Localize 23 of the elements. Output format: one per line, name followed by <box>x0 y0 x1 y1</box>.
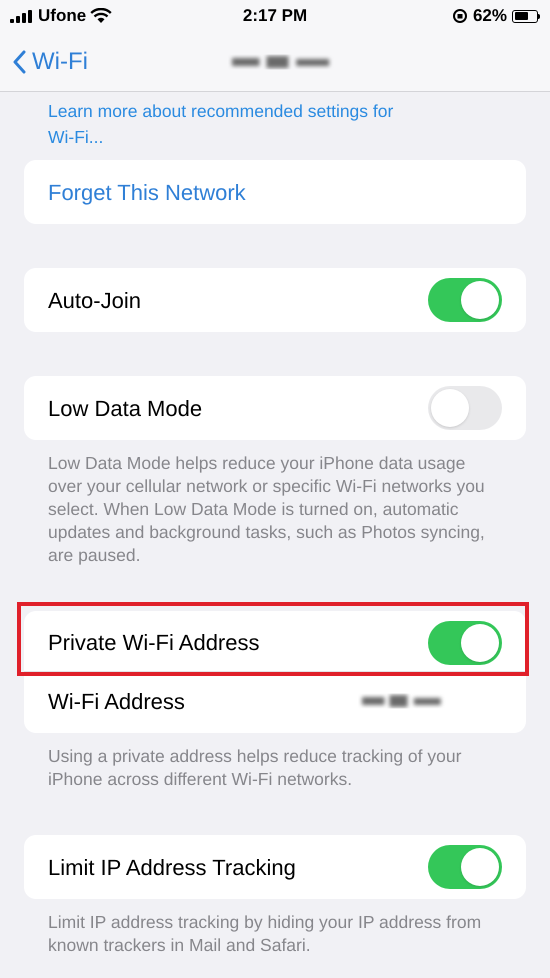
section-footer: Limit IP address tracking by hiding your IP address from known trackers in Mail and Safari. <box>24 899 526 957</box>
toggle-switch[interactable] <box>428 278 502 322</box>
toggle-switch[interactable] <box>428 386 502 430</box>
section-footer: Low Data Mode helps reduce your iPhone data usage over your cellular network or specific Wi-Fi networks you select. When Low Data Mode is turned on, automatic updates and background tasks, such as Photos syncing, are paused. <box>24 440 526 567</box>
row-label: Wi-Fi Address <box>48 688 185 716</box>
row-label: Limit IP Address Tracking <box>48 854 296 882</box>
info-link[interactable]: Learn more about recommended settings for Wi-Fi... <box>24 92 526 150</box>
section-footer: Using a private address helps reduce tracking of your iPhone across different Wi-Fi networks. <box>24 733 526 791</box>
signal-icon <box>10 9 34 23</box>
forget-network-button[interactable]: Forget This Network <box>48 176 246 208</box>
row-label: Auto-Join <box>48 286 141 314</box>
battery-icon <box>512 10 540 22</box>
wifi-icon <box>90 8 112 24</box>
row-label: Private Wi-Fi Address <box>48 629 260 657</box>
row-label: Low Data Mode <box>48 394 202 422</box>
toggle-switch[interactable] <box>428 620 502 664</box>
back-button[interactable]: Wi-Fi <box>12 44 88 80</box>
back-chevron-icon <box>12 50 26 74</box>
status-time: 2:17 PM <box>242 5 308 28</box>
toggle-switch[interactable] <box>428 845 502 889</box>
battery-percent: 62% <box>472 5 507 28</box>
orientation-lock-icon <box>452 8 468 24</box>
carrier-name: Ufone <box>38 5 86 28</box>
